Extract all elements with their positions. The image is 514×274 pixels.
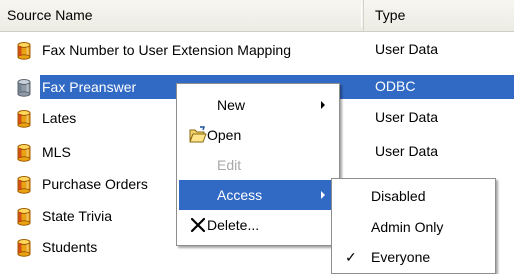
database-icon bbox=[14, 206, 34, 226]
row-name: Lates bbox=[42, 109, 77, 126]
open-folder-icon bbox=[189, 126, 207, 144]
menu-item-label: Disabled bbox=[371, 188, 426, 204]
row-name: MLS bbox=[42, 143, 71, 160]
column-header-source-name[interactable]: Source Name bbox=[0, 0, 364, 31]
list-header: Source Name Type bbox=[0, 0, 514, 32]
table-row[interactable]: Fax Number to User Extension Mapping Use… bbox=[0, 35, 514, 64]
menu-item-access[interactable]: Access bbox=[179, 180, 337, 210]
checkmark-icon: ✓ bbox=[345, 249, 357, 265]
menu-item-label: Admin Only bbox=[371, 219, 444, 235]
submenu-item-disabled[interactable]: Disabled bbox=[334, 181, 493, 211]
menu-item-label: Access bbox=[217, 187, 263, 203]
menu-item-delete[interactable]: Delete... bbox=[179, 210, 337, 240]
submenu-item-everyone[interactable]: ✓ Everyone bbox=[334, 242, 493, 272]
menu-item-edit: Edit bbox=[179, 150, 337, 180]
row-type: User Data bbox=[375, 143, 439, 159]
row-type: User Data bbox=[375, 109, 439, 125]
menu-item-label: Open bbox=[207, 127, 242, 143]
row-name: Fax Preanswer bbox=[40, 75, 139, 98]
column-header-type[interactable]: Type bbox=[364, 0, 514, 31]
menu-item-open[interactable]: Open bbox=[179, 120, 337, 150]
delete-x-icon bbox=[189, 216, 207, 234]
submenu-arrow-icon bbox=[321, 101, 325, 109]
row-type: User Data bbox=[375, 41, 439, 57]
database-icon bbox=[14, 108, 34, 128]
database-icon bbox=[14, 77, 34, 97]
context-menu: New Open Edit Access Delete... bbox=[176, 83, 340, 246]
row-name: Students bbox=[42, 238, 98, 255]
database-icon bbox=[14, 237, 34, 257]
submenu-arrow-icon bbox=[321, 191, 325, 199]
menu-item-label: Everyone bbox=[371, 249, 431, 265]
menu-item-new[interactable]: New bbox=[179, 90, 337, 120]
database-icon bbox=[14, 174, 34, 194]
database-icon bbox=[14, 40, 34, 60]
database-icon bbox=[14, 142, 34, 162]
row-type: ODBC bbox=[375, 78, 416, 94]
menu-item-label: New bbox=[217, 97, 246, 113]
row-name: Purchase Orders bbox=[42, 175, 148, 192]
submenu-item-admin-only[interactable]: Admin Only bbox=[334, 212, 493, 242]
row-name: State Trivia bbox=[42, 207, 113, 224]
menu-item-label: Delete... bbox=[207, 217, 260, 233]
row-name: Fax Number to User Extension Mapping bbox=[42, 41, 291, 58]
menu-item-label: Edit bbox=[217, 157, 242, 173]
access-submenu: Disabled Admin Only ✓ Everyone bbox=[331, 178, 496, 274]
